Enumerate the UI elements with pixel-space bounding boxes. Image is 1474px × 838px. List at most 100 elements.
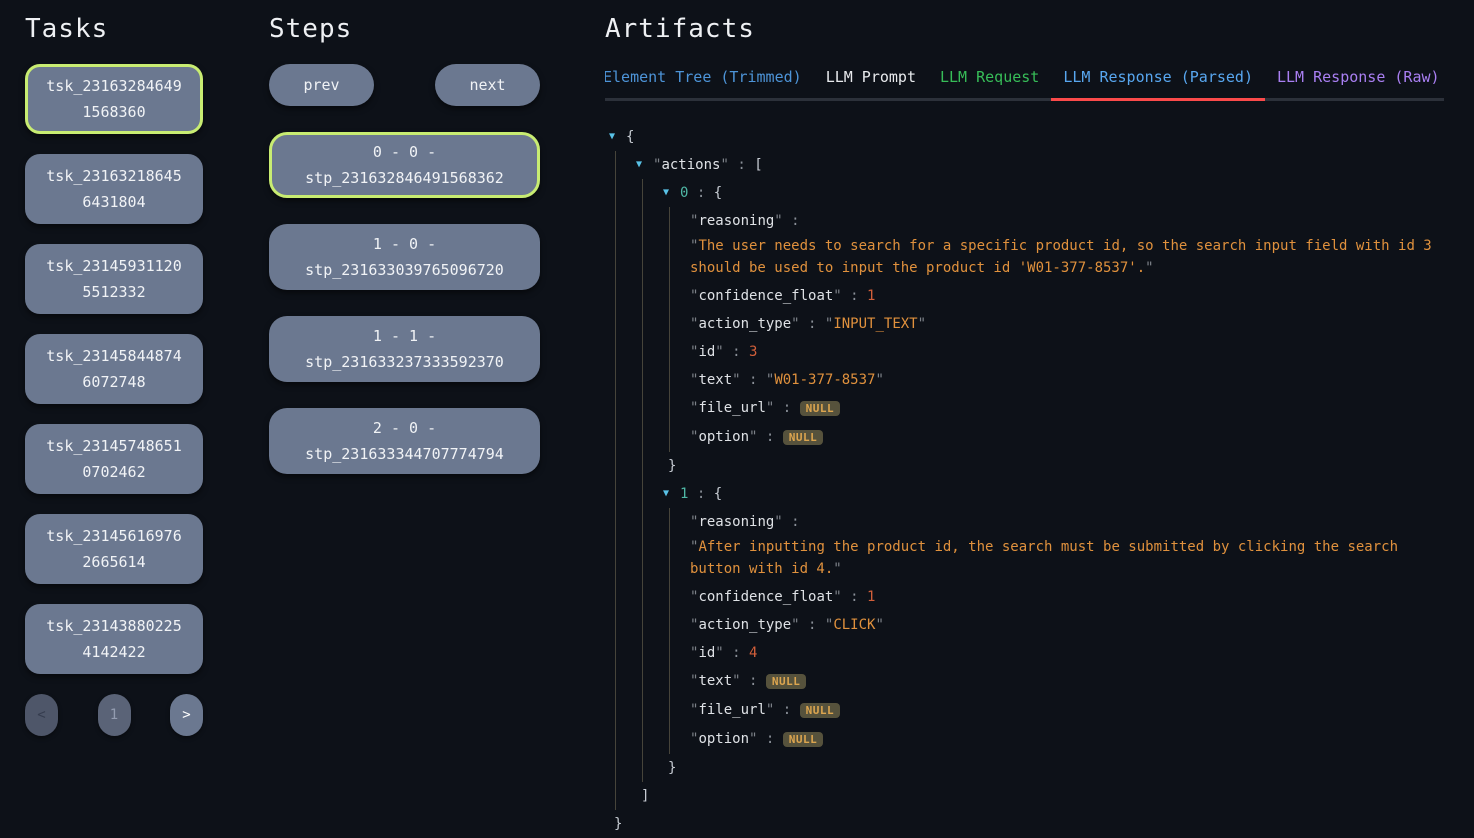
json-node: ▼1 : {"reasoning" : "After inputting the… [663,480,1444,782]
step-item[interactable]: 0 - 0 - stp_231632846491568362 [269,132,540,198]
tab-llm-response-raw[interactable]: LLM Response (Raw) [1265,68,1444,101]
json-row: "option" : NULL [690,423,1444,452]
quote-mark: " [875,617,883,633]
json-key: id [698,344,715,360]
task-list: tsk_231632846491568360 tsk_23163218645643… [25,64,203,674]
json-row: "confidence_float" : 1 [690,583,1444,611]
json-row: "reasoning" : [690,207,1444,235]
collapse-arrow-icon[interactable]: ▼ [609,126,626,148]
collapse-arrow-icon[interactable]: ▼ [663,483,680,505]
page-number-button[interactable]: 1 [98,694,131,736]
json-number-value: 1 [867,288,875,304]
json-punctuation: : [729,157,754,173]
tab-llm-response-parsed[interactable]: LLM Response (Parsed) [1051,68,1265,101]
json-key: text [698,673,732,689]
json-row: "id" : 4 [690,639,1444,667]
next-step-button[interactable]: next [435,64,540,106]
json-row: ▼0 : { [663,179,1444,207]
app-root: Tasks tsk_231632846491568360 tsk_23163218… [0,0,1474,838]
json-punctuation: : [724,344,749,360]
step-item[interactable]: 2 - 0 - stp_231633344707774794 [269,408,540,474]
json-punctuation: ] [641,788,649,804]
json-row: "option" : NULL [690,725,1444,754]
quote-mark: " [720,157,728,173]
json-row: } [668,754,1444,782]
json-row: } [668,452,1444,480]
quote-mark: " [875,372,883,388]
json-key: actions [661,157,720,173]
quote-mark: " [791,617,799,633]
json-node: ▼{▼"actions" : [▼0 : {"reasoning" : "The… [609,123,1444,838]
json-row: "confidence_float" : 1 [690,282,1444,310]
artifact-tabbar: Element Tree (Trimmed)LLM PromptLLM Requ… [605,68,1444,101]
json-punctuation: : [741,372,766,388]
json-key: id [698,645,715,661]
quote-mark: " [732,673,740,689]
json-punctuation: : [800,316,825,332]
json-long-string: "After inputting the product id, the sea… [690,536,1444,583]
json-punctuation: : [757,429,782,445]
json-string-value: The user needs to search for a specific … [690,238,1432,276]
json-punctuation: } [614,816,622,832]
collapse-arrow-icon[interactable]: ▼ [663,182,680,204]
json-punctuation: { [626,129,634,145]
artifact-tabbar-wrap: Element Tree (Trimmed)LLM PromptLLM Requ… [605,68,1444,101]
step-list: 0 - 0 - stp_231632846491568362 1 - 0 - st… [269,132,540,474]
quote-mark: " [918,316,926,332]
json-key: option [698,731,749,747]
json-row: "text" : "W01-377-8537" [690,366,1444,394]
task-item[interactable]: tsk_231457486510702462 [25,424,203,494]
quote-mark: " [833,589,841,605]
collapse-arrow-icon[interactable]: ▼ [636,154,653,176]
next-page-button[interactable]: > [170,694,203,736]
json-punctuation: : [842,288,867,304]
steps-panel: Steps prev next 0 - 0 - stp_231632846491… [269,14,540,838]
json-key: confidence_float [698,288,833,304]
json-string-value: INPUT_TEXT [833,316,917,332]
json-row: ▼{ [609,123,1444,151]
task-item[interactable]: tsk_231456169762665614 [25,514,203,584]
json-key: text [698,372,732,388]
json-null-badge: NULL [783,732,824,747]
json-row: ▼"actions" : [ [636,151,1444,179]
json-punctuation: { [714,486,722,502]
json-key: confidence_float [698,589,833,605]
task-item[interactable]: tsk_231459311205512332 [25,244,203,314]
prev-step-button[interactable]: prev [269,64,374,106]
task-item[interactable]: tsk_231632186456431804 [25,154,203,224]
json-row: "file_url" : NULL [690,696,1444,725]
tab-llm-prompt[interactable]: LLM Prompt [814,68,928,101]
steps-nav: prev next [269,64,540,106]
json-row: } [614,810,1444,838]
json-row: ] [641,782,1444,810]
task-item[interactable]: tsk_231632846491568360 [25,64,203,134]
json-node: ▼0 : {"reasoning" : "The user needs to s… [663,179,1444,480]
quote-mark: " [833,288,841,304]
tasks-title: Tasks [25,14,203,44]
tab-element-tree-trimmed[interactable]: Element Tree (Trimmed) [605,68,814,101]
prev-page-button[interactable]: < [25,694,58,736]
json-key: option [698,429,749,445]
quote-mark: " [833,561,841,577]
json-punctuation: : [724,645,749,661]
task-item[interactable]: tsk_231438802254142422 [25,604,203,674]
tab-llm-request[interactable]: LLM Request [928,68,1051,101]
json-punctuation: : [842,589,867,605]
json-key: file_url [698,400,765,416]
json-punctuation: : [757,731,782,747]
json-punctuation: : [741,673,766,689]
quote-mark: " [715,645,723,661]
json-punctuation: } [668,760,676,776]
json-key: action_type [698,617,791,633]
json-tree-viewer: ▼{▼"actions" : [▼0 : {"reasoning" : "The… [605,123,1444,838]
task-item[interactable]: tsk_231458448746072748 [25,334,203,404]
steps-title: Steps [269,14,540,44]
quote-mark: " [1145,260,1153,276]
json-children: ▼0 : {"reasoning" : "The user needs to s… [642,179,1444,782]
json-key: reasoning [698,213,774,229]
json-row: "file_url" : NULL [690,394,1444,423]
json-key: reasoning [698,514,774,530]
step-item[interactable]: 1 - 0 - stp_231633039765096720 [269,224,540,290]
json-string-value: CLICK [833,617,875,633]
step-item[interactable]: 1 - 1 - stp_231633237333592370 [269,316,540,382]
